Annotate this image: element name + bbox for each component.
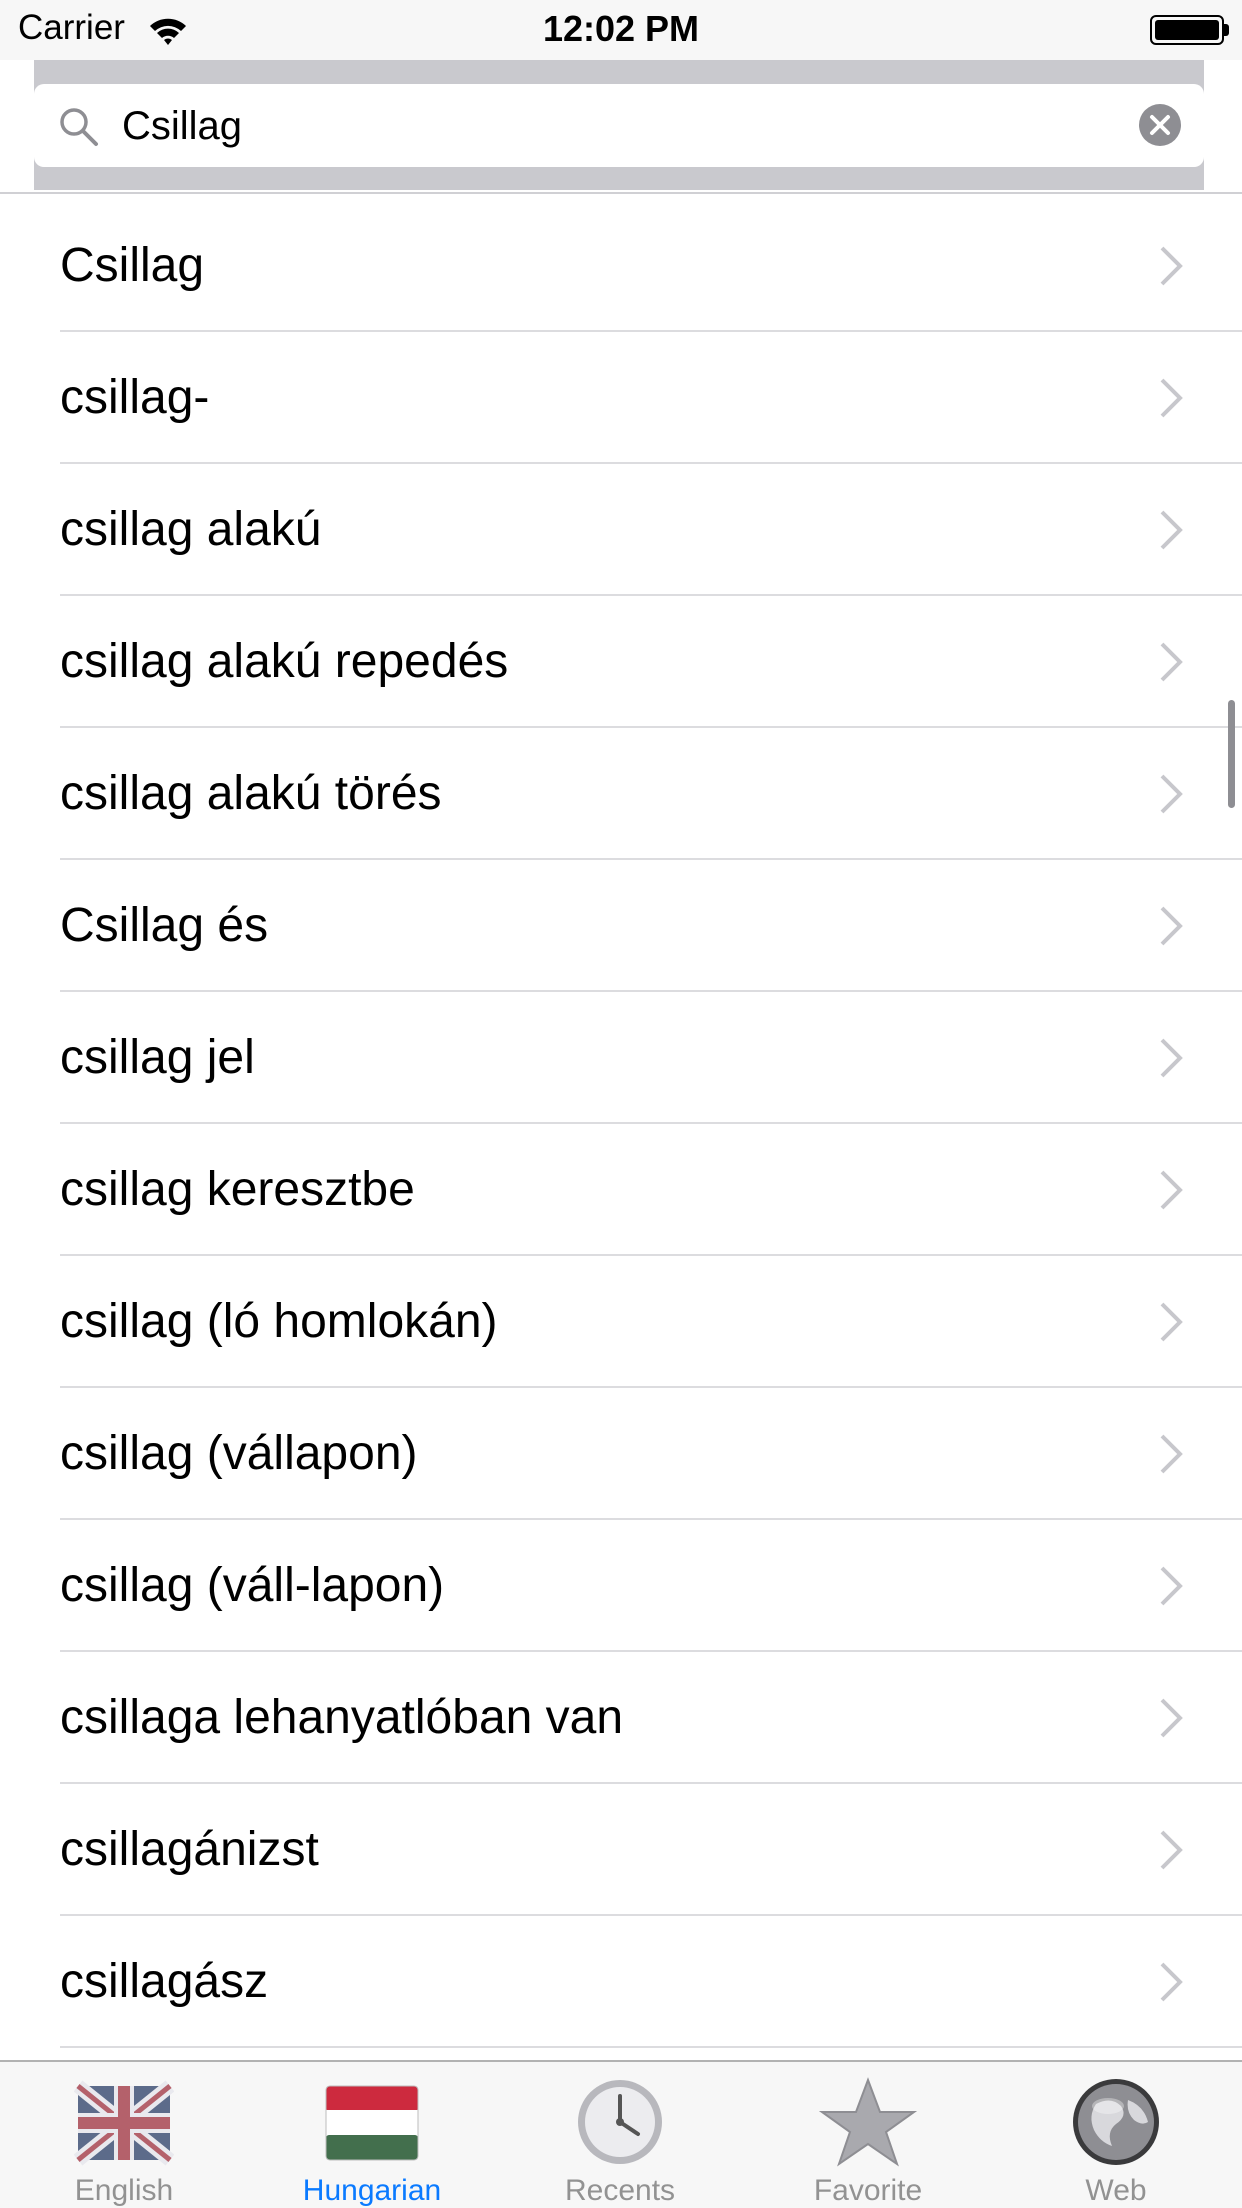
clear-search-button[interactable] xyxy=(1138,103,1182,147)
scroll-indicator[interactable] xyxy=(1228,700,1235,808)
list-item[interactable]: csillag (vállapon) xyxy=(60,1388,1242,1520)
chevron-right-icon xyxy=(1160,246,1183,286)
list-item[interactable]: csillag alakú repedés xyxy=(60,596,1242,728)
list-item[interactable]: csillag jel xyxy=(60,992,1242,1124)
chevron-right-icon xyxy=(1160,1170,1183,1210)
list-item[interactable]: csillag keresztbe xyxy=(60,1124,1242,1256)
list-item[interactable]: csillag (ló homlokán) xyxy=(60,1256,1242,1388)
tab-recents[interactable]: Recents xyxy=(496,2062,744,2208)
chevron-right-icon xyxy=(1160,1434,1183,1474)
uk-flag-icon xyxy=(74,2080,174,2166)
list-item[interactable]: csillag- xyxy=(60,332,1242,464)
battery-icon xyxy=(1150,15,1224,45)
search-icon xyxy=(60,108,98,146)
list-item[interactable]: Csillag és xyxy=(60,860,1242,992)
list-item[interactable]: Csillag xyxy=(60,200,1242,332)
results-list[interactable]: Csillag csillag- csillag alakú csillag a… xyxy=(0,200,1242,2060)
list-item-label: csillag alakú repedés xyxy=(60,635,509,688)
list-item-label: csillag alakú törés xyxy=(60,767,442,820)
globe-icon xyxy=(1073,2079,1159,2165)
list-item[interactable]: csillaga lehanyatlóban van xyxy=(60,1652,1242,1784)
list-item-label: csillagánizst xyxy=(60,1823,319,1876)
list-item[interactable]: csillag alakú törés xyxy=(60,728,1242,860)
status-time: 12:02 PM xyxy=(542,8,700,49)
list-item-label: csillag alakú xyxy=(60,503,322,556)
tab-web[interactable]: Web xyxy=(992,2062,1240,2208)
chevron-right-icon xyxy=(1160,378,1183,418)
clock-icon xyxy=(578,2080,662,2164)
list-item-label: csillag (vállapon) xyxy=(60,1427,418,1480)
list-item-label: csillag keresztbe xyxy=(60,1163,415,1216)
search-bar[interactable] xyxy=(34,84,1204,167)
chevron-right-icon xyxy=(1160,1830,1183,1870)
battery-tip xyxy=(1224,24,1229,36)
tab-favorite[interactable]: Favorite xyxy=(744,2062,992,2208)
chevron-right-icon xyxy=(1160,510,1183,550)
list-item[interactable]: csillagánizst xyxy=(60,1784,1242,1916)
list-item-label: csillagász xyxy=(60,1955,269,2008)
tab-label: English xyxy=(74,2174,174,2207)
list-item-label: csillag jel xyxy=(60,1031,255,1084)
chevron-right-icon xyxy=(1160,1566,1183,1606)
chevron-right-icon xyxy=(1160,906,1183,946)
list-item[interactable]: csillag alakú xyxy=(60,464,1242,596)
hungary-flag-icon xyxy=(325,2085,419,2161)
star-icon xyxy=(818,2077,918,2167)
list-item-label: csillag (ló homlokán) xyxy=(60,1295,498,1348)
list-item-label: csillaga lehanyatlóban van xyxy=(60,1691,624,1744)
tab-label: Recents xyxy=(564,2174,676,2207)
tab-hungarian[interactable]: Hungarian xyxy=(248,2062,496,2208)
chevron-right-icon xyxy=(1160,1698,1183,1738)
tab-bar: English Hungarian Recents Favorite Web xyxy=(0,2060,1242,2208)
status-bar: Carrier 12:02 PM xyxy=(0,0,1242,60)
list-item-label: Csillag és xyxy=(60,899,269,952)
tab-english[interactable]: English xyxy=(0,2062,248,2208)
list-item[interactable]: csillagász xyxy=(60,1916,1242,2048)
tab-label: Hungarian xyxy=(302,2174,442,2207)
list-item[interactable]: csillag (váll-lapon) xyxy=(60,1520,1242,1652)
tab-label: Web xyxy=(1085,2174,1147,2207)
header-separator xyxy=(0,192,1242,194)
search-area xyxy=(34,60,1204,190)
chevron-right-icon xyxy=(1160,642,1183,682)
chevron-right-icon xyxy=(1160,1038,1183,1078)
list-item-label: csillag (váll-lapon) xyxy=(60,1559,445,1612)
chevron-right-icon xyxy=(1160,774,1183,814)
tab-label: Favorite xyxy=(813,2174,923,2207)
chevron-right-icon xyxy=(1160,1302,1183,1342)
chevron-right-icon xyxy=(1160,1962,1183,2002)
list-item-label: csillag- xyxy=(60,371,210,424)
search-input[interactable] xyxy=(120,94,1124,158)
list-item-label: Csillag xyxy=(60,239,205,292)
